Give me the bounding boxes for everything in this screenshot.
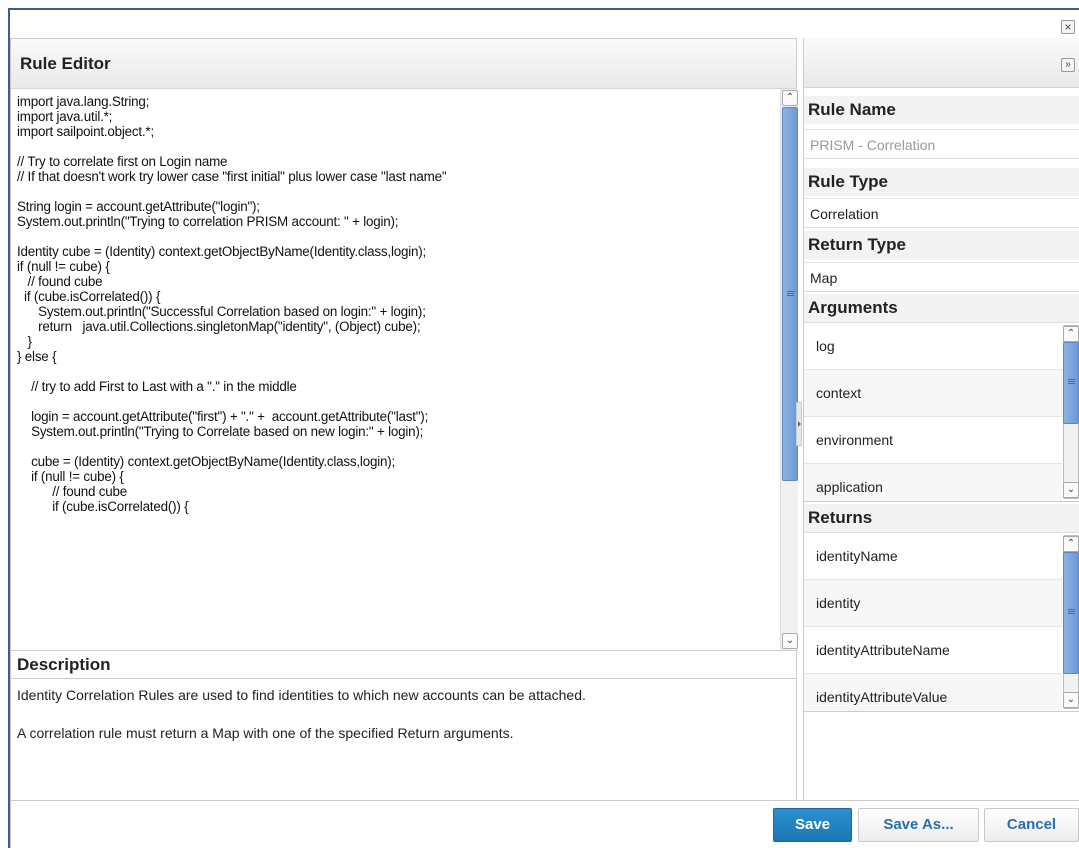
rule-name-label: Rule Name <box>804 96 1079 124</box>
panel-resize-handle[interactable] <box>796 402 802 446</box>
scroll-up-icon[interactable]: ⌃ <box>1063 326 1079 342</box>
code-text[interactable]: import java.lang.String; import java.uti… <box>17 94 775 514</box>
scroll-up-icon[interactable]: ⌃ <box>782 90 798 106</box>
save-as-button[interactable]: Save As... <box>858 808 979 842</box>
rule-name-field: PRISM - Correlation <box>804 129 1079 159</box>
returns-label: Returns <box>804 504 1079 532</box>
list-item[interactable]: application <box>804 464 1062 501</box>
list-item[interactable]: identityName <box>804 533 1062 580</box>
cancel-button[interactable]: Cancel <box>984 808 1079 842</box>
list-item[interactable]: log <box>804 323 1062 370</box>
arguments-scrollbar[interactable]: ⌃ ⌄ <box>1063 325 1079 499</box>
return-type-field[interactable]: Map <box>804 262 1079 292</box>
list-item[interactable]: identityAttributeName <box>804 627 1062 674</box>
description-title: Description <box>11 651 796 679</box>
grip-icon <box>787 291 794 296</box>
scroll-down-icon[interactable]: ⌄ <box>782 633 798 649</box>
rule-type-label: Rule Type <box>804 168 1079 196</box>
returns-list: identityName identity identityAttributeN… <box>804 532 1079 712</box>
save-button[interactable]: Save <box>773 808 852 842</box>
code-editor[interactable]: import java.lang.String; import java.uti… <box>11 89 798 651</box>
dialog-footer: Save Save As... Cancel <box>11 800 1079 848</box>
description-line-2: A correlation rule must return a Map wit… <box>17 725 514 741</box>
scroll-down-icon[interactable]: ⌄ <box>1063 482 1079 498</box>
rule-editor-title: Rule Editor <box>11 39 796 89</box>
list-item[interactable]: identity <box>804 580 1062 627</box>
returns-scroll-thumb[interactable] <box>1063 552 1079 674</box>
returns-scrollbar[interactable]: ⌃ ⌄ <box>1063 535 1079 709</box>
arguments-scroll-thumb[interactable] <box>1063 342 1079 424</box>
properties-header: » <box>804 38 1079 88</box>
rule-type-field[interactable]: Correlation <box>804 198 1079 228</box>
scroll-down-icon[interactable]: ⌄ <box>1063 692 1079 708</box>
grip-icon <box>1068 609 1075 614</box>
description-line-1: Identity Correlation Rules are used to f… <box>17 687 586 703</box>
close-icon[interactable]: × <box>1061 20 1075 34</box>
scroll-up-icon[interactable]: ⌃ <box>1063 536 1079 552</box>
arguments-label: Arguments <box>804 294 1079 322</box>
code-scrollbar[interactable]: ⌃ ⌄ <box>780 89 798 650</box>
return-type-label: Return Type <box>804 231 1079 259</box>
grip-icon <box>1068 379 1075 384</box>
properties-pane: » Rule Name PRISM - Correlation Rule Typ… <box>803 38 1079 848</box>
expand-icon[interactable]: » <box>1061 58 1075 72</box>
list-item[interactable]: context <box>804 370 1062 417</box>
list-item[interactable]: identityAttributeValue <box>804 674 1062 711</box>
list-item[interactable]: environment <box>804 417 1062 464</box>
arguments-list: log context environment application ⌃ ⌄ <box>804 322 1079 502</box>
rule-editor-pane: Rule Editor import java.lang.String; imp… <box>10 38 798 848</box>
